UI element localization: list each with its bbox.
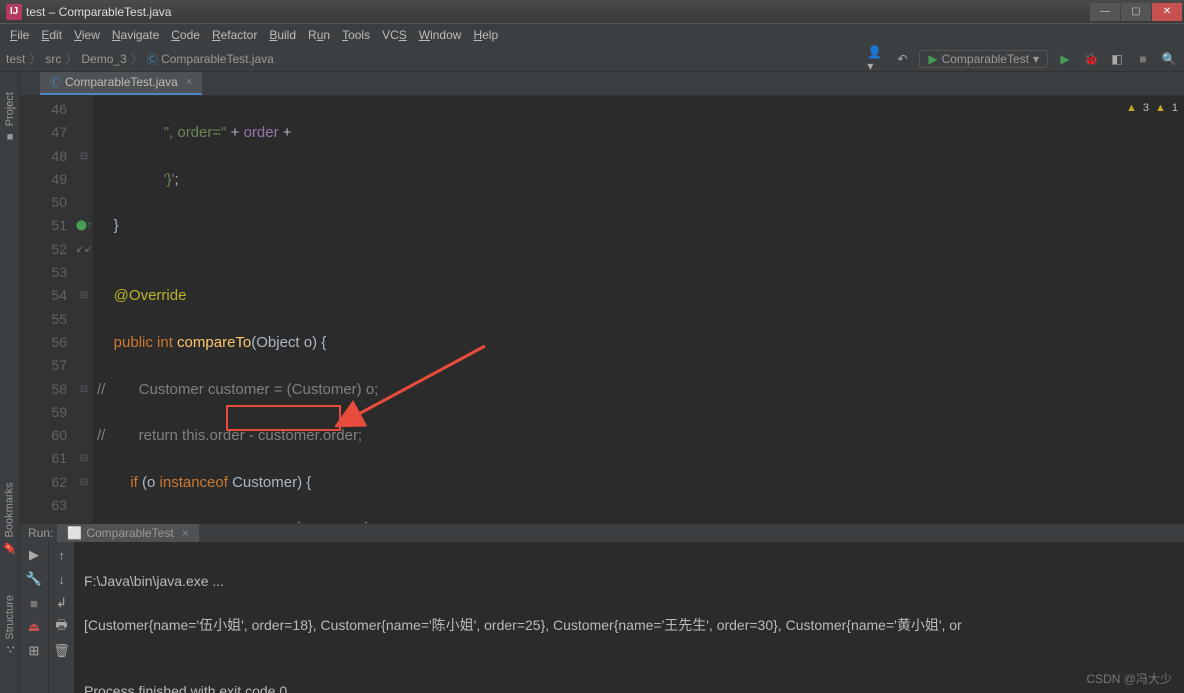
debug-button[interactable]: 🐞 <box>1082 50 1100 68</box>
exit-button[interactable]: ⏏ <box>25 618 43 636</box>
inspection-summary[interactable]: ▲3 ▲1 <box>1120 100 1184 116</box>
run-toolbar: ▶ 🔧 ■ ⏏ ⊞ <box>20 542 48 693</box>
maximize-button[interactable]: ▢ <box>1121 3 1151 21</box>
stop-button[interactable]: ■ <box>1134 50 1152 68</box>
user-icon[interactable]: 👤▾ <box>867 50 885 68</box>
editor-tab-label: ComparableTest.java <box>65 75 178 89</box>
menu-code[interactable]: Code <box>165 26 206 44</box>
play-icon: ▶ <box>928 52 937 66</box>
run-tab-label: ComparableTest <box>86 526 173 540</box>
menu-edit[interactable]: Edit <box>35 26 68 44</box>
search-button[interactable]: 🔍 <box>1160 50 1178 68</box>
project-tool-button[interactable]: ■ Project <box>4 92 16 142</box>
console-toolbar: ↑ ↓ ↲ 🖶 🗑 <box>48 542 74 693</box>
editor-tabstrip: Ⓒ ComparableTest.java × <box>20 72 1184 96</box>
coverage-button[interactable]: ◧ <box>1108 50 1126 68</box>
console-output[interactable]: F:\Java\bin\java.exe ... [Customer{name=… <box>74 542 1184 693</box>
breadcrumb-file[interactable]: Ⓒ ComparableTest.java <box>147 51 274 67</box>
watermark: CSDN @冯大少 <box>1086 670 1172 687</box>
close-button[interactable]: ✕ <box>1152 3 1182 21</box>
bookmarks-tool-button[interactable]: 🔖 Bookmarks <box>3 482 16 554</box>
menu-refactor[interactable]: Refactor <box>206 26 263 44</box>
window-title: test – ComparableTest.java <box>26 5 171 19</box>
close-icon[interactable]: × <box>182 526 189 540</box>
menu-vcs[interactable]: VCS <box>376 26 413 44</box>
left-tool-rail: ■ Project 🔖 Bookmarks ⛬ Structure <box>0 72 20 693</box>
menu-run[interactable]: Run <box>302 26 336 44</box>
gutter-icons: ⊟ ⬤↑↙↙ ⊟ ⊟ ⊟⊟ <box>75 96 93 523</box>
run-tab-icon: ⬜ <box>67 526 82 540</box>
structure-tool-button[interactable]: ⛬ Structure <box>4 595 16 655</box>
stop-button[interactable]: ■ <box>25 594 43 612</box>
down-button[interactable]: ↓ <box>53 570 71 588</box>
menu-build[interactable]: Build <box>263 26 302 44</box>
breadcrumb-src[interactable]: src <box>45 52 61 66</box>
menu-help[interactable]: Help <box>467 26 504 44</box>
print-button[interactable]: 🖶 <box>53 618 71 636</box>
wrap-button[interactable]: ↲ <box>53 594 71 612</box>
menu-view[interactable]: View <box>68 26 106 44</box>
clear-button[interactable]: 🗑 <box>53 642 71 660</box>
titlebar: IJ test – ComparableTest.java — ▢ ✕ <box>0 0 1184 24</box>
run-config-name: ComparableTest <box>942 52 1029 66</box>
breadcrumb-bar: test〉 src〉 Demo_3〉 Ⓒ ComparableTest.java… <box>0 46 1184 72</box>
up-button[interactable]: ↑ <box>53 546 71 564</box>
run-button[interactable]: ▶ <box>1056 50 1074 68</box>
run-tab[interactable]: ⬜ ComparableTest × <box>57 524 198 542</box>
app-icon: IJ <box>6 4 22 20</box>
breadcrumb-pkg[interactable]: Demo_3 <box>81 52 126 66</box>
code-area[interactable]: ", order=" + order + '}'; } @Override pu… <box>93 96 1184 523</box>
run-config-selector[interactable]: ▶ ComparableTest ▾ <box>919 50 1048 68</box>
back-button[interactable]: ↶ <box>893 50 911 68</box>
class-icon: Ⓒ <box>147 51 158 67</box>
chevron-down-icon: ▾ <box>1033 52 1039 66</box>
menu-navigate[interactable]: Navigate <box>106 26 165 44</box>
menu-file[interactable]: File <box>4 26 35 44</box>
menubar: File Edit View Navigate Code Refactor Bu… <box>0 24 1184 46</box>
editor[interactable]: 46474849505152535455565758596061626364 ⊟… <box>20 96 1184 523</box>
line-gutter: 46474849505152535455565758596061626364 <box>20 96 75 523</box>
warning-icon: ▲ <box>1155 102 1166 114</box>
rerun-button[interactable]: ▶ <box>25 546 43 564</box>
menu-window[interactable]: Window <box>413 26 468 44</box>
annotation-highlight <box>226 405 341 431</box>
minimize-button[interactable]: — <box>1090 3 1120 21</box>
close-tab-icon[interactable]: × <box>186 76 192 88</box>
run-panel: Run: ⬜ ComparableTest × ▶ 🔧 ■ ⏏ ⊞ <box>20 523 1184 693</box>
menu-tools[interactable]: Tools <box>336 26 376 44</box>
class-icon: Ⓒ <box>50 74 61 90</box>
breadcrumb-root[interactable]: test <box>6 52 25 66</box>
layout-button[interactable]: ⊞ <box>25 642 43 660</box>
tool-button[interactable]: 🔧 <box>25 570 43 588</box>
editor-tab[interactable]: Ⓒ ComparableTest.java × <box>40 72 202 95</box>
run-label: Run: <box>28 526 53 540</box>
warning-icon: ▲ <box>1126 102 1137 114</box>
